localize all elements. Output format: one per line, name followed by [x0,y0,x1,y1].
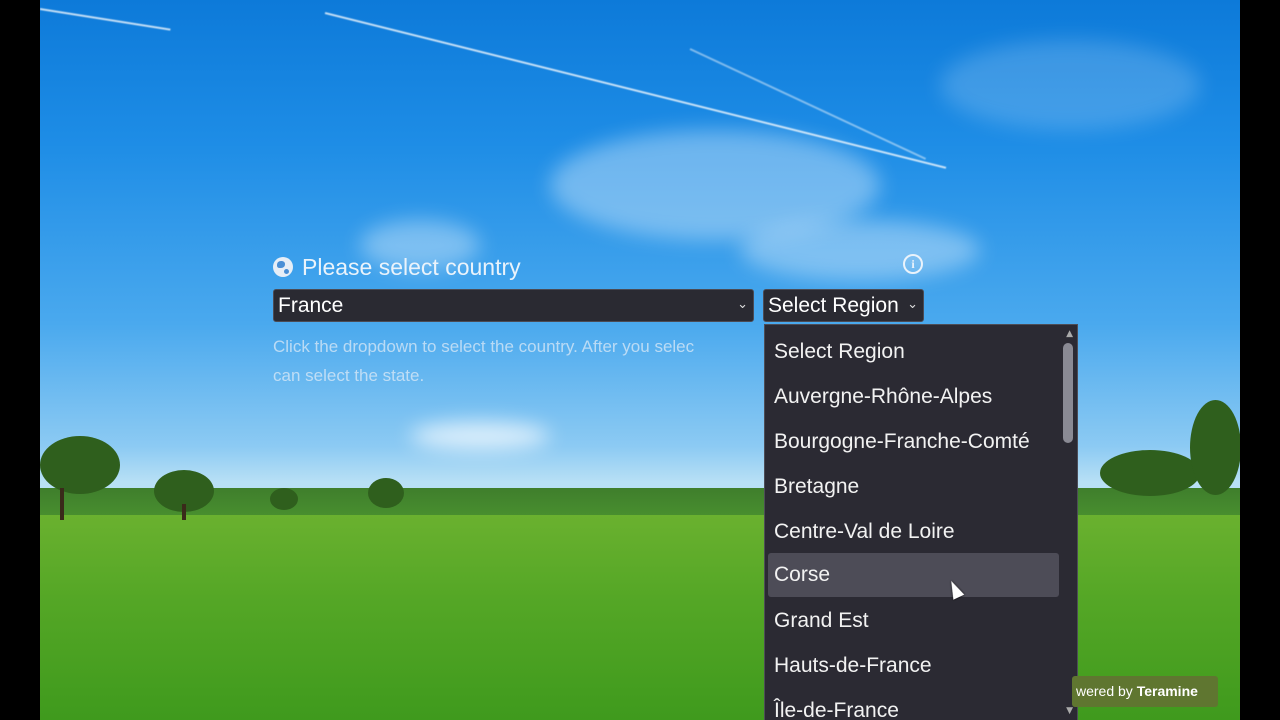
country-select-value: France [278,293,344,317]
info-icon[interactable]: i [903,254,923,274]
dropdown-scrollbar[interactable]: ▲ ▼ [1059,325,1077,720]
country-label-text: Please select country [302,253,521,280]
help-text: Click the dropdown to select the country… [273,332,773,390]
powered-by-brand: Teramine [1136,683,1198,699]
left-letterbox [0,0,40,720]
scroll-down-arrow-icon[interactable]: ▼ [1066,706,1073,716]
country-label: Please select country [273,252,521,282]
chevron-down-icon: ⌄ [907,296,918,311]
region-option[interactable]: Select Region [768,330,1059,374]
region-dropdown-list[interactable]: Select Region Auvergne-Rhône-Alpes Bourg… [764,324,1078,720]
region-option[interactable]: Auvergne-Rhône-Alpes [768,375,1059,419]
region-select-value: Select Region [768,293,899,317]
region-option[interactable]: Grand Est [768,599,1059,643]
region-option-highlighted[interactable]: Corse [768,553,1059,597]
scrollbar-thumb[interactable] [1063,343,1073,443]
region-select[interactable]: Select Region ⌄ [763,289,924,322]
help-text-line-2: can select the state. [273,366,425,385]
help-text-line-1: Click the dropdown to select the country… [273,337,695,356]
powered-by-prefix: wered by [1076,683,1133,699]
scroll-up-arrow-icon[interactable]: ▲ [1066,329,1073,339]
globe-icon [273,257,293,277]
right-letterbox [1240,0,1280,720]
powered-by-badge[interactable]: wered by Teramine [1072,676,1218,707]
region-option[interactable]: Hauts-de-France [768,644,1059,688]
region-option[interactable]: Centre-Val de Loire [768,510,1059,554]
region-option[interactable]: Île-de-France [768,689,1059,720]
country-select[interactable]: France ⌄ [273,289,754,322]
region-option[interactable]: Bretagne [768,465,1059,509]
chevron-down-icon: ⌄ [737,296,748,311]
region-option[interactable]: Bourgogne-Franche-Comté [768,420,1059,464]
